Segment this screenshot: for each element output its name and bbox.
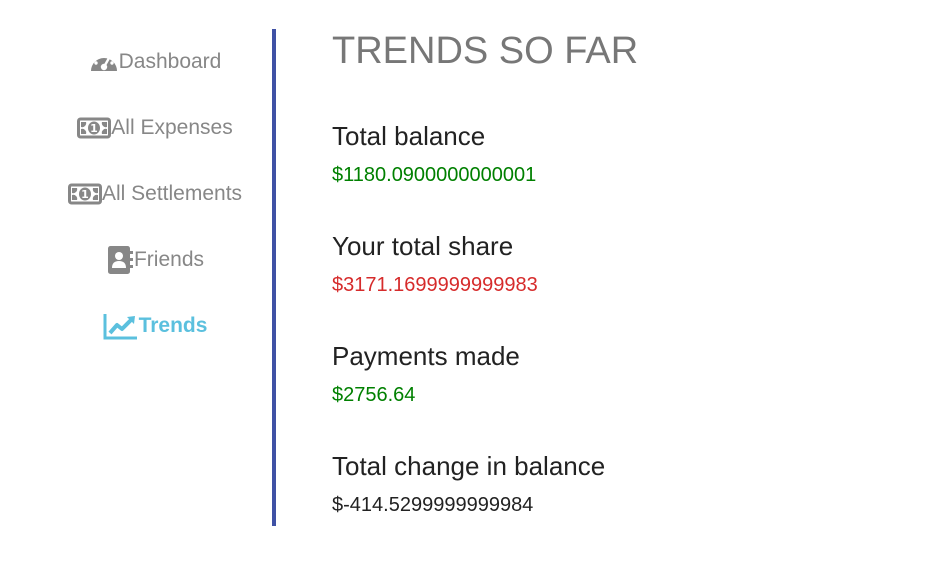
- stat-total-change-in-balance: Total change in balance $-414.5299999999…: [332, 448, 932, 517]
- stat-label: Your total share: [332, 231, 514, 261]
- sidebar-item-label: All Expenses: [111, 116, 233, 139]
- sidebar-divider: [272, 29, 276, 526]
- stat-value: $3171.1699999999983: [332, 274, 538, 296]
- svg-text:1: 1: [81, 188, 89, 201]
- sidebar-item-trends[interactable]: Trends: [0, 311, 310, 341]
- money-bill-icon: 1: [77, 117, 112, 139]
- sidebar-item-all-expenses[interactable]: 1 All Expenses: [0, 113, 310, 143]
- dashboard-icon: [89, 49, 119, 75]
- sidebar-item-label: All Settlements: [101, 182, 243, 205]
- svg-text:1: 1: [90, 122, 98, 135]
- sidebar-nav: Dashboard 1 All Expenses 1 All Settlemen…: [0, 0, 272, 561]
- stat-value: $2756.64: [332, 384, 416, 406]
- sidebar-item-friends[interactable]: Friends: [0, 245, 310, 275]
- chart-line-icon: [103, 312, 139, 340]
- stat-label: Total balance: [332, 121, 486, 151]
- money-bill-icon: 1: [67, 183, 102, 205]
- stat-value: $1180.0900000000001: [332, 164, 537, 186]
- stat-your-total-share: Your total share $3171.1699999999983: [332, 228, 932, 297]
- stat-value: $-414.5299999999984: [332, 494, 534, 516]
- address-book-icon: [106, 245, 134, 275]
- sidebar-item-label: Dashboard: [118, 50, 222, 73]
- sidebar-item-label: Trends: [138, 314, 208, 337]
- stat-label: Payments made: [332, 341, 520, 371]
- page-title: TRENDS SO FAR: [332, 30, 639, 72]
- stat-total-balance: Total balance $1180.0900000000001: [332, 118, 932, 187]
- stat-label: Total change in balance: [332, 451, 606, 481]
- sidebar-item-all-settlements[interactable]: 1 All Settlements: [0, 179, 310, 209]
- stat-payments-made: Payments made $2756.64: [332, 338, 932, 407]
- sidebar-item-label: Friends: [133, 248, 205, 271]
- sidebar-item-dashboard[interactable]: Dashboard: [0, 47, 310, 77]
